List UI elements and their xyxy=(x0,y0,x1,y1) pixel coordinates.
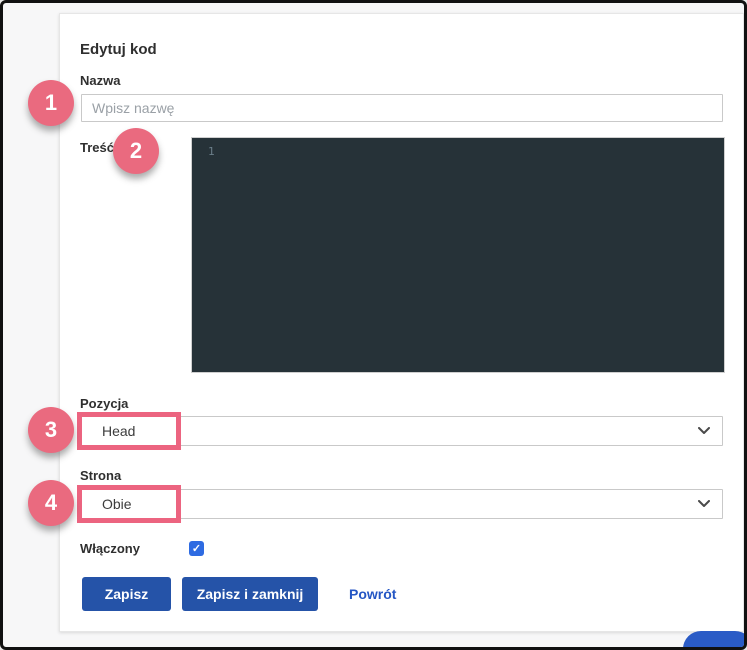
page-field-label: Strona xyxy=(80,468,121,483)
annotation-badge-number: 1 xyxy=(45,90,57,116)
annotation-badge-3: 3 xyxy=(28,407,74,453)
floating-action-button[interactable] xyxy=(683,631,744,647)
page-select-value: Obie xyxy=(102,496,132,512)
annotation-badge-number: 3 xyxy=(45,417,57,443)
screenshot-frame: Edytuj kod Nazwa Treść 1 Pozycja Head St… xyxy=(0,0,747,650)
enabled-label: Włączony xyxy=(80,541,140,556)
position-select[interactable]: Head xyxy=(81,416,723,446)
save-button[interactable]: Zapisz xyxy=(82,577,171,611)
annotation-badge-number: 4 xyxy=(45,490,57,516)
page-title: Edytuj kod xyxy=(80,41,157,58)
chevron-down-icon xyxy=(698,500,710,508)
position-label: Pozycja xyxy=(80,396,128,411)
annotation-badge-number: 2 xyxy=(130,138,142,164)
annotation-badge-2: 2 xyxy=(113,128,159,174)
name-label: Nazwa xyxy=(80,73,120,88)
chevron-down-icon xyxy=(698,427,710,435)
back-link[interactable]: Powrót xyxy=(349,577,396,611)
annotation-badge-4: 4 xyxy=(28,480,74,526)
edit-code-form-card: Edytuj kod Nazwa Treść 1 Pozycja Head St… xyxy=(59,13,744,632)
content-label: Treść xyxy=(80,140,114,155)
enabled-checkbox[interactable]: ✓ xyxy=(189,541,204,556)
page-background: Edytuj kod Nazwa Treść 1 Pozycja Head St… xyxy=(3,3,744,647)
name-input[interactable] xyxy=(81,94,723,122)
save-and-close-button[interactable]: Zapisz i zamknij xyxy=(182,577,318,611)
annotation-badge-1: 1 xyxy=(28,80,74,126)
position-select-value: Head xyxy=(102,423,135,439)
code-editor[interactable]: 1 xyxy=(191,137,725,373)
page-select[interactable]: Obie xyxy=(81,489,723,519)
check-icon: ✓ xyxy=(192,542,201,555)
editor-line-number: 1 xyxy=(208,145,215,158)
